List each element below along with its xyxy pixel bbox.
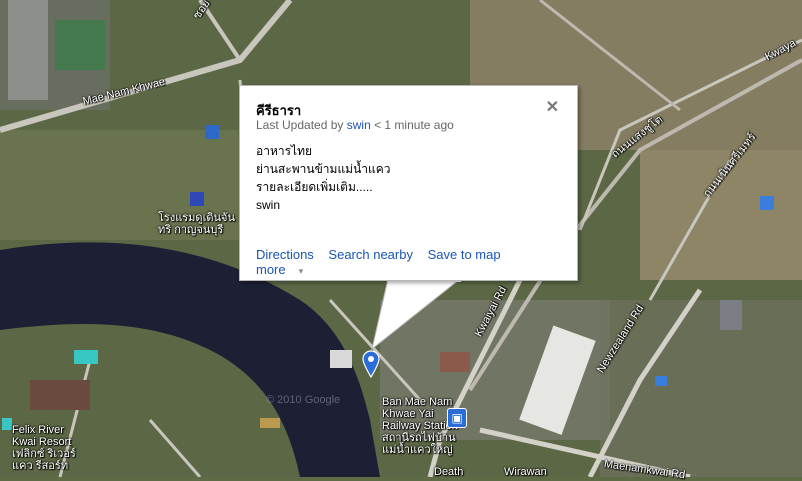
map-copyright: © 2010 Google [266, 394, 341, 406]
blue-roof [205, 125, 219, 139]
poi-label-line: Kwai Resort [12, 436, 72, 448]
swimming-pool [2, 418, 12, 430]
poi-label-line: สถานีรถไฟบ้าน [382, 432, 456, 444]
place-description: อาหารไทย ย่านสะพานข้ามแม่น้ำแคว รายละเอี… [256, 142, 391, 214]
poi-label-line: ทริ กาญจนบุรี [158, 224, 224, 236]
description-line: ย่านสะพานข้ามแม่น้ำแคว [256, 162, 391, 176]
search-nearby-link[interactable]: Search nearby [328, 247, 413, 262]
updated-suffix: < 1 minute ago [370, 118, 454, 132]
swimming-pool [74, 350, 98, 364]
building [8, 0, 48, 100]
map-marker-icon[interactable] [362, 350, 380, 378]
more-dropdown[interactable]: more ▾ [256, 262, 314, 277]
building [330, 350, 352, 368]
poi-label-line: แคว รีสอร์ท [12, 460, 69, 472]
poi-label-death: Death [434, 466, 464, 478]
blue-roof [655, 376, 667, 386]
building [720, 300, 742, 330]
info-window-pointer [371, 279, 461, 351]
poi-label-felix-resort[interactable]: Felix River Kwai Resort เฟลิกซ์ ริเวอร์ … [12, 424, 76, 472]
user-link[interactable]: swin [347, 118, 371, 132]
last-updated: Last Updated by swin < 1 minute ago [256, 118, 454, 132]
poi-label-line: เฟลิกซ์ ริเวอร์ [12, 448, 76, 460]
building [30, 380, 90, 410]
close-icon[interactable]: ✕ [546, 97, 559, 117]
poi-label-line: Ban Mae Nam [382, 396, 453, 408]
directions-link[interactable]: Directions [256, 247, 314, 262]
description-line: อาหารไทย [256, 144, 313, 158]
updated-prefix: Last Updated by [256, 118, 347, 132]
poi-label-line: โรงแรมดูเดินจัน [158, 212, 235, 224]
poi-label-line: แม่น้ำแควใหญ่ [382, 444, 453, 456]
more-label: more [256, 262, 286, 277]
building [440, 352, 470, 372]
poi-label-hotel: โรงแรมดูเดินจัน ทริ กาญจนบุรี [158, 212, 235, 236]
poi-label-wirawan: Wirawan [504, 466, 547, 478]
poi-label-line: Felix River [12, 424, 64, 436]
info-window-actions: Directions Search nearby Save to map mor… [256, 247, 577, 277]
chevron-down-icon: ▾ [298, 266, 304, 276]
blue-roof [190, 192, 204, 206]
green-roof [55, 20, 105, 70]
description-line: รายละเอียดเพิ่มเติม..... [256, 180, 373, 194]
info-window: คีรีธารา ✕ Last Updated by swin < 1 minu… [239, 85, 578, 281]
save-to-map-link[interactable]: Save to map [428, 247, 501, 262]
blue-roof [760, 196, 774, 210]
description-line: swin [256, 198, 281, 212]
train-station-icon[interactable]: ▣ [447, 408, 467, 428]
building [260, 418, 280, 428]
